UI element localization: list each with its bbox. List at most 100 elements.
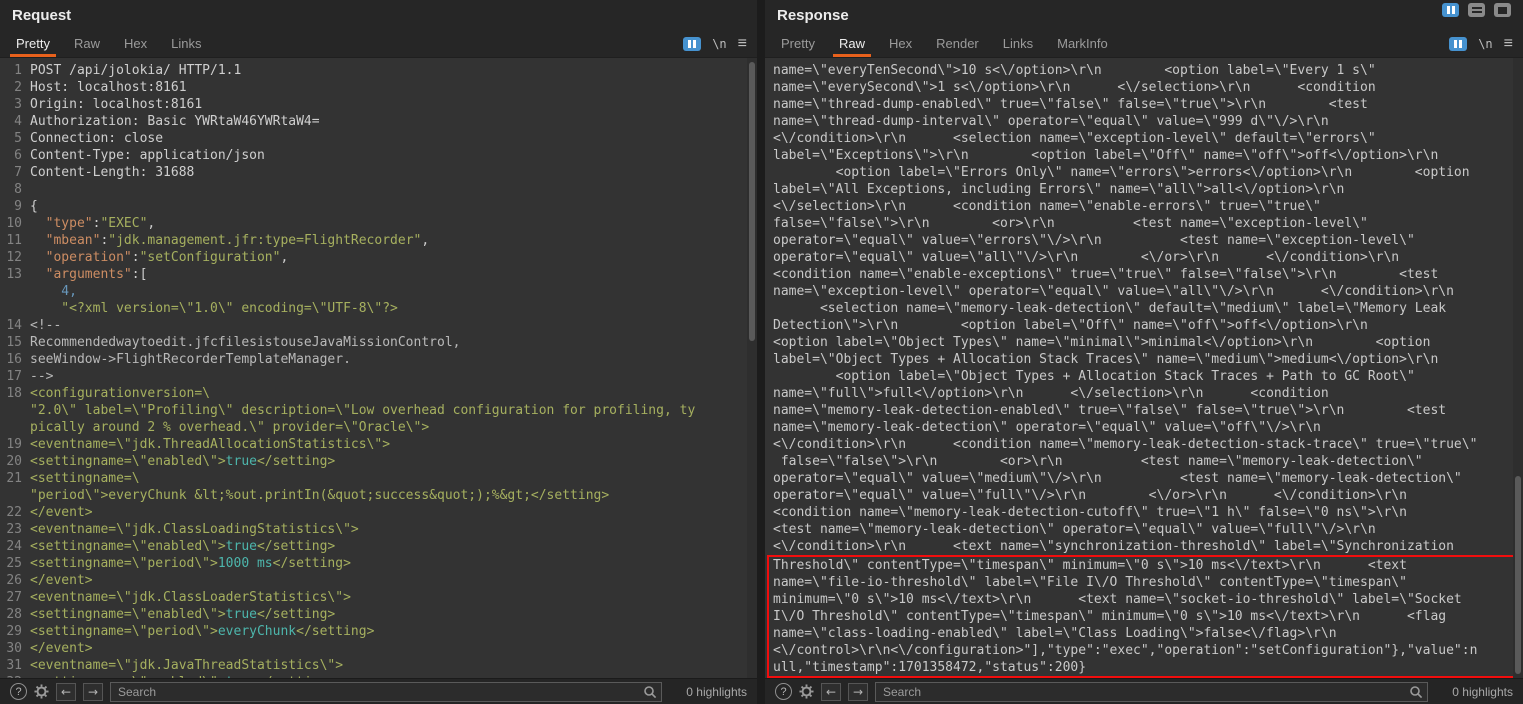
response-line: name=\"class-loading-enabled\" label=\"C… — [769, 625, 1519, 642]
search-next-button[interactable]: → — [83, 683, 103, 701]
search-prev-button[interactable]: ← — [56, 683, 76, 701]
search-settings-gear-icon[interactable] — [799, 684, 814, 699]
request-line: 20<settingname=\"enabled\">true</setting… — [0, 453, 757, 470]
request-line: 5Connection: close — [0, 130, 757, 147]
request-line: 17--> — [0, 368, 757, 385]
response-line: <option label=\"Object Types + Allocatio… — [765, 368, 1523, 385]
request-line: pically around 2 % overhead.\" provider=… — [0, 419, 757, 436]
tab-raw[interactable]: Raw — [68, 30, 106, 57]
response-line: false=\"false\">\r\n <or>\r\n <test name… — [765, 453, 1523, 470]
request-line: 15Recommendedwaytoedit.jfcfilesistouseJa… — [0, 334, 757, 351]
tab-links[interactable]: Links — [997, 30, 1039, 57]
request-line: 26</event> — [0, 572, 757, 589]
request-line: 2Host: localhost:8161 — [0, 79, 757, 96]
request-line: 13 "arguments":[ — [0, 266, 757, 283]
layout-rows-icon[interactable] — [1468, 3, 1485, 17]
request-line: 11 "mbean":"jdk.management.jfr:type=Flig… — [0, 232, 757, 249]
response-title: Response — [765, 0, 1523, 30]
request-line: "<?xml version=\"1.0\" encoding=\"UTF-8\… — [0, 300, 757, 317]
response-highlight-count: 0 highlights — [1435, 685, 1513, 699]
newline-toggle-icon[interactable]: \n — [712, 37, 726, 51]
tab-hex[interactable]: Hex — [883, 30, 918, 57]
request-line: 16seeWindow->FlightRecorderTemplateManag… — [0, 351, 757, 368]
tab-links[interactable]: Links — [165, 30, 207, 57]
response-editor[interactable]: name=\"everyTenSecond\">10 s<\/option>\r… — [765, 58, 1523, 678]
search-next-button[interactable]: → — [848, 683, 868, 701]
response-line: <\/condition>\r\n <condition name=\"memo… — [765, 436, 1523, 453]
editor-menu-icon[interactable]: ≡ — [1504, 35, 1513, 53]
layout-columns-icon[interactable] — [1442, 3, 1459, 17]
request-line: 22</event> — [0, 504, 757, 521]
tab-raw[interactable]: Raw — [833, 30, 871, 57]
request-line: 1POST /api/jolokia/ HTTP/1.1 — [0, 62, 757, 79]
tab-markinfo[interactable]: MarkInfo — [1051, 30, 1114, 57]
response-line: <\/control>\r\n<\/configuration>"],"type… — [769, 642, 1519, 659]
request-tabbar: Pretty Raw Hex Links \n ≡ — [0, 30, 757, 58]
response-line: label=\"Exceptions\">\r\n <option label=… — [765, 147, 1523, 164]
pane-divider[interactable] — [757, 0, 765, 704]
request-line: "period\">everyChunk &lt;%out.printIn(&q… — [0, 487, 757, 504]
response-search-bar: ? ← → 0 highlights — [765, 678, 1523, 704]
wrap-toggle-icon[interactable] — [683, 37, 701, 51]
response-line: <option label=\"Object Types\" name=\"mi… — [765, 334, 1523, 351]
request-line: 31<eventname=\"jdk.JavaThreadStatistics\… — [0, 657, 757, 674]
response-line: operator=\"equal\" value=\"errors\"\/>\r… — [765, 232, 1523, 249]
search-settings-gear-icon[interactable] — [34, 684, 49, 699]
request-search-input[interactable] — [110, 682, 662, 702]
request-scrollbar[interactable] — [747, 58, 757, 678]
layout-single-icon[interactable] — [1494, 3, 1511, 17]
response-line: <\/condition>\r\n <selection name=\"exce… — [765, 130, 1523, 147]
tab-render[interactable]: Render — [930, 30, 985, 57]
tab-hex[interactable]: Hex — [118, 30, 153, 57]
request-search-bar: ? ← → 0 highlights — [0, 678, 757, 704]
tab-pretty[interactable]: Pretty — [775, 30, 821, 57]
search-prev-button[interactable]: ← — [821, 683, 841, 701]
response-highlight-box: Threshold\" contentType=\"timespan\" min… — [767, 555, 1521, 678]
response-line: name=\"thread-dump-interval\" operator=\… — [765, 113, 1523, 130]
request-line: 27<eventname=\"jdk.ClassLoaderStatistics… — [0, 589, 757, 606]
response-line: false=\"false\">\r\n <or>\r\n <test name… — [765, 215, 1523, 232]
response-search-input[interactable] — [875, 682, 1428, 702]
newline-toggle-icon[interactable]: \n — [1478, 37, 1492, 51]
response-line: <test name=\"memory-leak-detection\" ope… — [765, 521, 1523, 538]
help-icon[interactable]: ? — [775, 683, 792, 700]
response-line: name=\"memory-leak-detection-enabled\" t… — [765, 402, 1523, 419]
response-line: operator=\"equal\" value=\"medium\"\/>\r… — [765, 470, 1523, 487]
request-line: 30</event> — [0, 640, 757, 657]
response-line: <\/selection>\r\n <condition name=\"enab… — [765, 198, 1523, 215]
response-line: I\/O Threshold\" contentType=\"timespan\… — [769, 608, 1519, 625]
request-line: 9{ — [0, 198, 757, 215]
request-line: 14<!-- — [0, 317, 757, 334]
request-line: 19<eventname=\"jdk.ThreadAllocationStati… — [0, 436, 757, 453]
response-line: name=\"everySecond\">1 s<\/option>\r\n <… — [765, 79, 1523, 96]
response-scrollbar[interactable] — [1513, 58, 1523, 678]
request-pane: Request Pretty Raw Hex Links \n ≡ 1POST /ap… — [0, 0, 757, 704]
response-line: Detection\">\r\n <option label=\"Off\" n… — [765, 317, 1523, 334]
request-line: 21<settingname=\ — [0, 470, 757, 487]
response-line: operator=\"equal\" value=\"all\"\/>\r\n … — [765, 249, 1523, 266]
request-title: Request — [0, 0, 757, 30]
response-tabbar: Pretty Raw Hex Render Links MarkInfo \n ≡ — [765, 30, 1523, 58]
response-line: <selection name=\"memory-leak-detection\… — [765, 300, 1523, 317]
request-editor[interactable]: 1POST /api/jolokia/ HTTP/1.12Host: local… — [0, 58, 757, 678]
response-pane: Response Pretty Raw Hex Render Links MarkInfo… — [765, 0, 1523, 704]
request-line: 23<eventname=\"jdk.ClassLoadingStatistic… — [0, 521, 757, 538]
request-line: 25<settingname=\"period\">1000 ms</setti… — [0, 555, 757, 572]
request-highlight-count: 0 highlights — [669, 685, 747, 699]
window-layout-controls — [1442, 3, 1511, 17]
tab-pretty[interactable]: Pretty — [10, 30, 56, 57]
request-line: 28<settingname=\"enabled\">true</setting… — [0, 606, 757, 623]
wrap-toggle-icon[interactable] — [1449, 37, 1467, 51]
request-line: 18<configurationversion=\ — [0, 385, 757, 402]
help-icon[interactable]: ? — [10, 683, 27, 700]
response-line: name=\"thread-dump-enabled\" true=\"fals… — [765, 96, 1523, 113]
response-line: Threshold\" contentType=\"timespan\" min… — [769, 557, 1519, 574]
response-line: <condition name=\"memory-leak-detection-… — [765, 504, 1523, 521]
request-line: 3Origin: localhost:8161 — [0, 96, 757, 113]
response-line: operator=\"equal\" value=\"full\"\/>\r\n… — [765, 487, 1523, 504]
request-line: 4Authorization: Basic YWRtaW46YWRtaW4= — [0, 113, 757, 130]
editor-menu-icon[interactable]: ≡ — [738, 35, 747, 53]
message-editor-split: Request Pretty Raw Hex Links \n ≡ 1POST /ap… — [0, 0, 1523, 704]
search-magnifier-icon — [1409, 685, 1423, 704]
request-line: 32<settingname=\"enabled\">true</setting… — [0, 674, 757, 678]
